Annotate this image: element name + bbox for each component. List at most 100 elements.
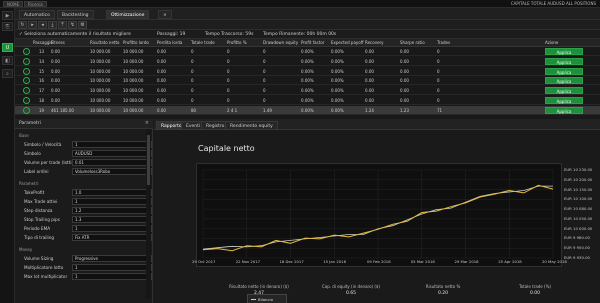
- parameter-row: Stop Trailing pips 1.3: [15, 216, 152, 224]
- parameter-input[interactable]: 1.3: [72, 216, 152, 223]
- apply-button[interactable]: Applica: [545, 106, 583, 114]
- apply-button[interactable]: Applica: [545, 57, 583, 65]
- table-header-cell[interactable]: Expected payoff: [331, 40, 364, 45]
- table-row[interactable]: ✓ 13 0.00 10 000.00 10 000.00 0.00 0 0 0 0.00% 0.0…: [15, 47, 600, 56]
- table-row[interactable]: ✓ 15 0.00 10 000.00 10 000.00 0.00 0 0 0 0.00% 0.0…: [15, 67, 600, 76]
- back-icon[interactable]: ◂: [38, 21, 47, 29]
- summary-stat-value: 2.47: [253, 291, 265, 296]
- parameter-input[interactable]: 1: [72, 198, 152, 205]
- table-header-cell[interactable]: Azione: [545, 40, 558, 45]
- parameter-label: Max Trade attivi: [24, 199, 58, 204]
- parameter-input[interactable]: 1: [72, 141, 152, 148]
- y-tick-label: EUR 10 080.00: [564, 206, 593, 212]
- rail-item-4[interactable]: ⌕: [2, 69, 13, 78]
- tab-automatico[interactable]: Automatico: [19, 10, 55, 19]
- table-cell: 0.00%: [331, 49, 344, 54]
- table-cell: 0.00: [157, 98, 166, 103]
- rail-item-3[interactable]: ◧: [2, 56, 13, 65]
- rail-item-0[interactable]: ▶: [2, 11, 13, 20]
- apply-button[interactable]: Applica: [545, 77, 583, 85]
- table-row[interactable]: ✓ 16 0.00 10 000.00 10 000.00 0.00 0 0 0 0.00% 0.0…: [15, 76, 600, 86]
- table-header-cell[interactable]: Recovery: [365, 40, 384, 45]
- parameter-input[interactable]: 1: [72, 273, 152, 280]
- rail-item-1[interactable]: ⎘: [2, 22, 13, 31]
- table-cell: 0.00: [400, 68, 409, 74]
- table-cell: 0.00: [365, 49, 374, 54]
- parameter-input[interactable]: Fix ATR: [72, 234, 152, 241]
- refresh-icon[interactable]: ↻: [18, 21, 27, 29]
- parameters-scrollbar[interactable]: [146, 129, 151, 299]
- tab-ottimizzazione[interactable]: Ottimizzazione: [106, 10, 150, 19]
- download-icon[interactable]: ⤓: [48, 21, 57, 29]
- table-row[interactable]: ✓ 14 0.00 10 000.00 10 000.00 0.00 0 0 0 0.00% 0.0…: [15, 57, 600, 66]
- table-row[interactable]: ✓ 19 461 185.00 10 000.00 10 000.00 0.00 80 2 4…: [15, 105, 600, 115]
- table-header-cell[interactable]: Trades: [437, 40, 450, 45]
- table-header-cell[interactable]: Risultato netto: [90, 40, 120, 45]
- auto-select-best-checkbox[interactable]: ✓ Seleziona automaticamente il risultato…: [19, 31, 131, 38]
- table-cell: 0.00%: [301, 107, 314, 113]
- table-header-cell[interactable]: Drawdown equity: [263, 40, 298, 45]
- parameter-input[interactable]: 1.0: [72, 189, 152, 196]
- top-button-2[interactable]: Ricerca: [24, 1, 47, 7]
- table-cell: 0.00: [51, 58, 60, 64]
- x-tick-label: 09 Feb 2018: [367, 259, 391, 264]
- table-row[interactable]: ✓ 17 0.00 10 000.00 10 000.00 0.00 0 0 0 0.00% 0.0…: [15, 86, 600, 96]
- apply-button[interactable]: Applica: [545, 67, 583, 75]
- table-header-cell[interactable]: Profitto %: [227, 40, 247, 45]
- table-header-cell[interactable]: Passaggio: [33, 40, 53, 45]
- table-cell: 0.00: [400, 78, 409, 84]
- apply-button[interactable]: Applica: [545, 48, 583, 55]
- table-cell: 0.00: [365, 98, 374, 103]
- tab-rendimento-equity[interactable]: Rendimento equity: [225, 121, 278, 130]
- parameter-input[interactable]: 1: [72, 264, 152, 271]
- row-status-icon: ✓: [23, 48, 30, 55]
- parameter-input[interactable]: 1.2: [72, 207, 152, 214]
- table-header-cell[interactable]: Sharpe ratio: [400, 40, 425, 45]
- close-icon[interactable]: ×: [145, 120, 149, 126]
- table-cell: 0: [227, 58, 230, 64]
- parameter-row: Volume per trade (lotti) 0.01: [15, 159, 152, 167]
- table-cell: 0.00: [365, 78, 374, 84]
- y-tick-label: EUR 9 980.00: [564, 235, 590, 241]
- table-cell: 0.00: [157, 78, 166, 84]
- y-tick-label: EUR 10 100.00: [564, 196, 593, 202]
- tab-backtesting[interactable]: Backtesting: [57, 10, 94, 19]
- table-header-cell[interactable]: Profitto lordo: [123, 40, 149, 45]
- bolt-icon[interactable]: ↯: [68, 21, 77, 29]
- table-cell: 0.00%: [301, 88, 314, 94]
- table-cell: 0.00%: [331, 68, 344, 74]
- summary-stat: Totale trade (%) 0.00: [490, 284, 580, 296]
- table-cell: 0.00%: [301, 98, 314, 103]
- row-status-icon: ✓: [23, 106, 30, 114]
- table-cell: 0: [437, 58, 440, 64]
- parameter-input[interactable]: AUDUSD: [72, 150, 152, 157]
- scroll-thumb[interactable]: [147, 135, 150, 185]
- row-status-icon: ✓: [23, 57, 30, 65]
- play-icon[interactable]: ▸: [28, 21, 37, 29]
- parameters-header: Parametri ×: [15, 119, 153, 129]
- rail-item-2[interactable]: U: [2, 43, 13, 52]
- top-button-1[interactable]: NOME: [3, 1, 24, 7]
- gear-icon[interactable]: ⚙: [78, 21, 87, 29]
- table-header-cell[interactable]: Profit factor: [301, 40, 324, 45]
- table-cell: 18: [39, 98, 45, 103]
- table-row[interactable]: ✓ 18 0.00 10 000.00 10 000.00 0.00 0 0 0 0.00% 0.0…: [15, 96, 600, 105]
- tab-close-icon[interactable]: ×: [158, 10, 172, 19]
- parameter-input[interactable]: Volumeloss3Robo: [72, 168, 152, 175]
- parameter-row: Max Trade attivi 1: [15, 198, 152, 206]
- table-header-cell[interactable]: Fitness: [51, 40, 65, 45]
- parameter-input[interactable]: 1: [72, 225, 152, 232]
- parameter-row: TakeProfit 1.0: [15, 189, 152, 197]
- report-panel: Rapporto Eventi Registro Rendimento equi…: [154, 119, 600, 303]
- table-header-cell[interactable]: Perdita lorda: [157, 40, 182, 45]
- table-cell: 0: [227, 88, 230, 94]
- table-cell: 10 000.00: [123, 98, 144, 103]
- apply-button[interactable]: Applica: [545, 97, 583, 104]
- parameter-input[interactable]: 0.01: [72, 159, 152, 166]
- parameter-input[interactable]: Progressive: [72, 255, 152, 262]
- table-cell: 0.00: [365, 58, 374, 64]
- parameter-row: Simbolo AUDUSD: [15, 150, 152, 158]
- apply-button[interactable]: Applica: [545, 87, 583, 95]
- upload-icon[interactable]: ⤒: [58, 21, 67, 29]
- table-header-cell[interactable]: Totale trade: [191, 40, 215, 45]
